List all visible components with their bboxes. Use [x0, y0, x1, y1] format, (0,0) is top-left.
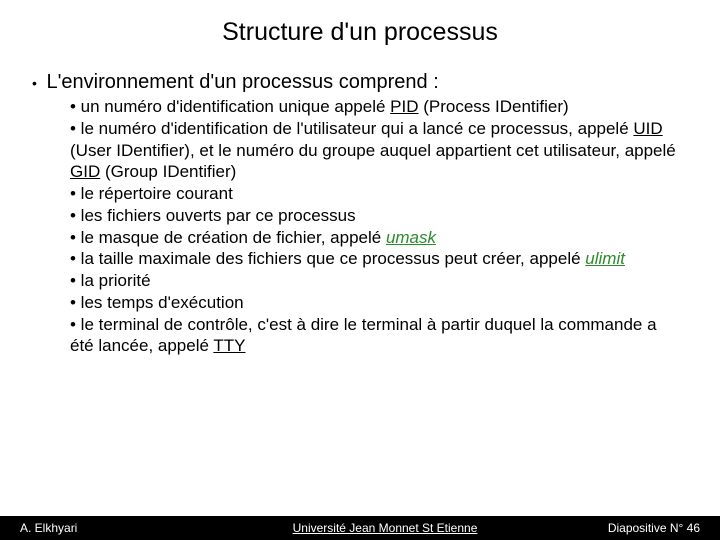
- uid-term: UID: [633, 119, 662, 138]
- umask-term: umask: [386, 228, 436, 247]
- text: • le numéro d'identification de l'utilis…: [70, 119, 633, 138]
- text: • le masque de création de fichier, appe…: [70, 228, 386, 247]
- slide-title: Structure d'un processus: [30, 18, 690, 47]
- item-ulimit: • la taille maximale des fichiers que ce…: [70, 248, 680, 270]
- footer-bar: A. Elkhyari Université Jean Monnet St Et…: [0, 516, 720, 540]
- footer-author: A. Elkhyari: [0, 521, 200, 535]
- pid-term: PID: [390, 97, 418, 116]
- text: (Process IDentifier): [419, 97, 569, 116]
- item-pid: • un numéro d'identification unique appe…: [70, 96, 680, 118]
- ulimit-term: ulimit: [585, 249, 625, 268]
- item-umask: • le masque de création de fichier, appe…: [70, 227, 680, 249]
- text: (User IDentifier), et le numéro du group…: [70, 141, 676, 160]
- footer-org: Université Jean Monnet St Etienne: [200, 521, 570, 535]
- body-text: • un numéro d'identification unique appe…: [70, 96, 680, 357]
- item-uid-gid: • le numéro d'identification de l'utilis…: [70, 118, 680, 183]
- gid-term: GID: [70, 162, 100, 181]
- text: (Group IDentifier): [100, 162, 236, 181]
- text: • le terminal de contrôle, c'est à dire …: [70, 315, 657, 356]
- bullet-icon: •: [32, 75, 37, 91]
- lead-line: • L'environnement d'un processus compren…: [32, 71, 690, 94]
- slide: Structure d'un processus • L'environneme…: [0, 0, 720, 540]
- text: • un numéro d'identification unique appe…: [70, 97, 390, 116]
- item-temps: • les temps d'exécution: [70, 292, 680, 314]
- item-priorite: • la priorité: [70, 270, 680, 292]
- text: • la taille maximale des fichiers que ce…: [70, 249, 585, 268]
- lead-text: L'environnement d'un processus comprend …: [46, 71, 438, 93]
- item-fichiers: • les fichiers ouverts par ce processus: [70, 205, 680, 227]
- tty-term: TTY: [213, 336, 245, 355]
- item-repertoire: • le répertoire courant: [70, 183, 680, 205]
- footer-page: Diapositive N° 46: [570, 521, 720, 535]
- item-tty: • le terminal de contrôle, c'est à dire …: [70, 314, 680, 358]
